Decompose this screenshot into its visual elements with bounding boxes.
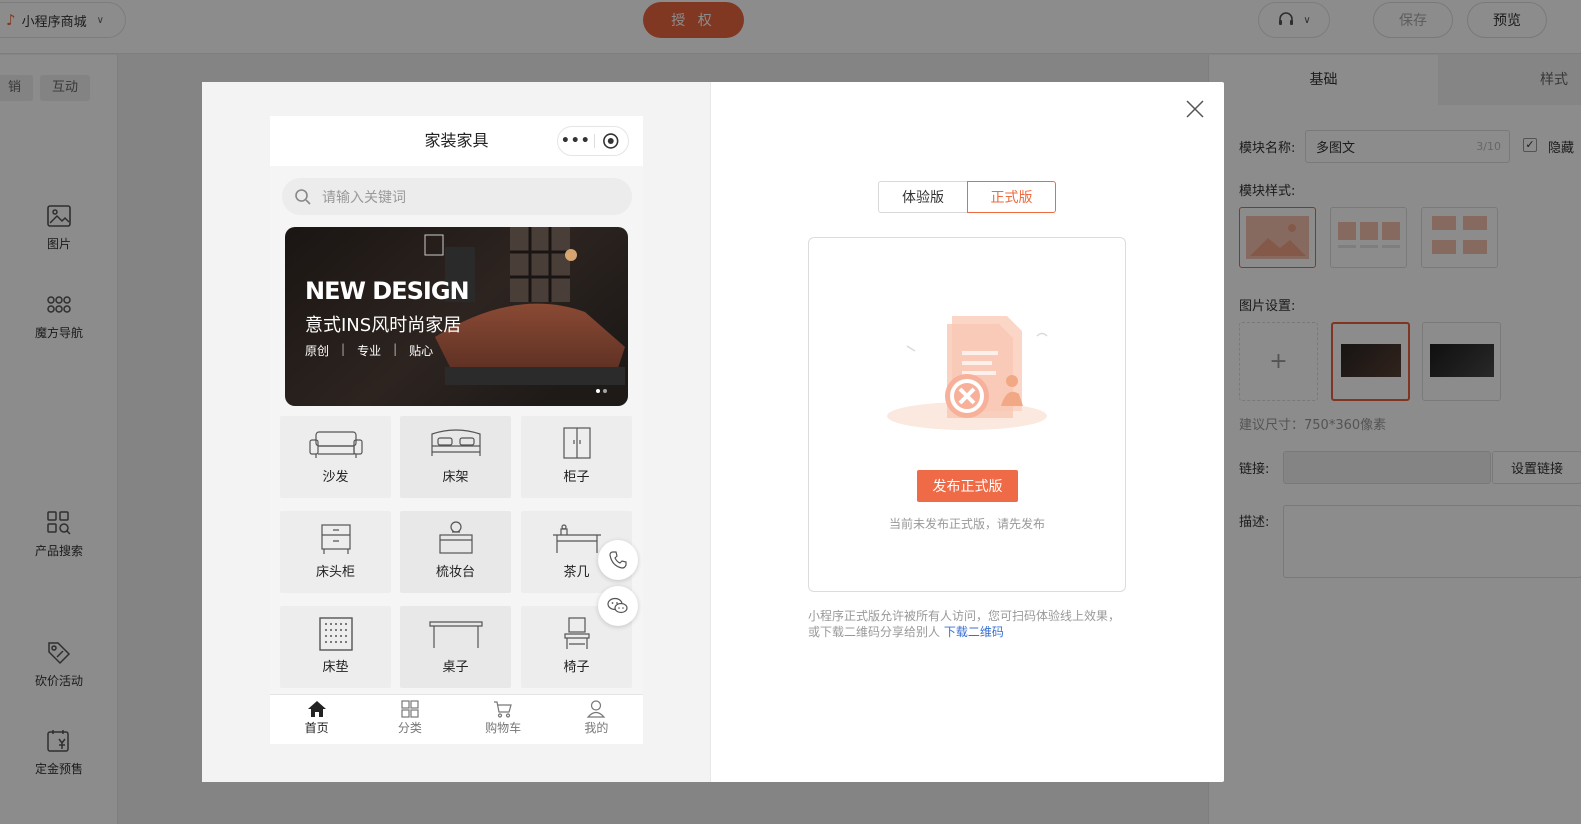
category-item[interactable]: 床头柜 — [280, 511, 391, 593]
chair-icon — [563, 617, 590, 649]
phone-icon — [609, 551, 627, 569]
not-published-illustration — [887, 316, 1048, 430]
publish-official-button[interactable]: 发布正式版 — [917, 470, 1018, 502]
category-label: 柜子 — [563, 470, 590, 485]
mattress-icon — [318, 617, 353, 651]
sofa-icon — [308, 431, 363, 458]
publish-modal: 家装家具 ••• 请输入关键词 NEW DESIGN 意式INS风时尚家居 原创… — [202, 82, 1224, 782]
phone-preview: 家装家具 ••• 请输入关键词 NEW DESIGN 意式INS风时尚家居 原创… — [270, 116, 643, 744]
nightstand-icon — [320, 524, 351, 554]
tab-label: 购物车 — [485, 721, 522, 735]
tab-cart[interactable]: 购物车 — [457, 695, 550, 744]
close-target-icon[interactable] — [594, 132, 628, 150]
search-icon — [295, 188, 311, 205]
banner-headline: NEW DESIGN — [305, 277, 470, 305]
user-icon — [587, 700, 606, 718]
banner-tags: 原创 | 专业 | 贴心 — [305, 342, 433, 359]
tea-table-icon — [552, 524, 601, 553]
tab-category[interactable]: 分类 — [363, 695, 456, 744]
category-item[interactable]: 床垫 — [280, 606, 391, 688]
download-qr-link[interactable]: 下载二维码 — [944, 625, 1004, 639]
tab-label: 首页 — [304, 721, 329, 735]
banner-tag: 专业 — [357, 344, 382, 358]
wechat-icon — [607, 597, 628, 614]
category-item[interactable]: 桌子 — [400, 606, 511, 688]
cart-icon — [494, 701, 512, 718]
category-item[interactable]: 梳妆台 — [400, 511, 511, 593]
category-label: 椅子 — [563, 660, 590, 675]
category-item[interactable]: 床架 — [400, 416, 511, 498]
category-label: 床架 — [442, 470, 469, 485]
category-label: 床垫 — [322, 660, 349, 675]
category-icon — [401, 700, 419, 718]
publish-description: 小程序正式版允许被所有人访问，您可扫码体验线上效果，或下载二维码分享给别人 下载… — [808, 608, 1130, 640]
tab-trial-version[interactable]: 体验版 — [878, 181, 967, 213]
dresser-icon — [438, 521, 473, 554]
phone-call-button[interactable] — [598, 540, 638, 580]
version-switch: 体验版 正式版 — [878, 181, 1056, 213]
cabinet-icon — [562, 427, 591, 459]
search-bar[interactable]: 请输入关键词 — [282, 178, 632, 215]
category-label: 梳妆台 — [435, 565, 475, 580]
banner-carousel[interactable]: NEW DESIGN 意式INS风时尚家居 原创 | 专业 | 贴心 — [285, 227, 628, 406]
category-item[interactable]: 柜子 — [521, 416, 632, 498]
banner-tag: 原创 — [305, 344, 330, 358]
search-placeholder: 请输入关键词 — [322, 189, 406, 206]
tab-bar: 首页 分类 购物车 我的 — [270, 694, 643, 744]
category-label: 沙发 — [322, 470, 349, 485]
tab-mine[interactable]: 我的 — [550, 695, 643, 744]
qr-code-panel: 发布正式版 当前未发布正式版，请先发布 — [808, 237, 1126, 592]
miniapp-capsule[interactable]: ••• — [557, 126, 629, 156]
category-label: 桌子 — [442, 660, 469, 675]
close-icon[interactable] — [1184, 98, 1206, 120]
category-label: 茶几 — [563, 565, 590, 580]
category-item[interactable]: 沙发 — [280, 416, 391, 498]
category-label: 床头柜 — [315, 565, 355, 580]
desk-icon — [428, 621, 483, 648]
tab-label: 我的 — [584, 721, 609, 735]
home-icon — [307, 701, 326, 717]
tag-divider: | — [341, 342, 346, 356]
banner-subtitle: 意式INS风时尚家居 — [305, 315, 462, 336]
more-icon[interactable]: ••• — [558, 133, 594, 149]
tab-label: 分类 — [397, 721, 422, 735]
banner-tag: 贴心 — [409, 344, 434, 358]
empty-state-tip: 当前未发布正式版，请先发布 — [888, 517, 1045, 531]
wechat-button[interactable] — [598, 586, 638, 626]
tag-divider: | — [393, 342, 398, 356]
tab-official-version[interactable]: 正式版 — [967, 181, 1056, 213]
phone-preview-area: 家装家具 ••• 请输入关键词 NEW DESIGN 意式INS风时尚家居 原创… — [202, 82, 711, 782]
tab-home[interactable]: 首页 — [270, 695, 363, 744]
bed-icon — [430, 429, 481, 456]
